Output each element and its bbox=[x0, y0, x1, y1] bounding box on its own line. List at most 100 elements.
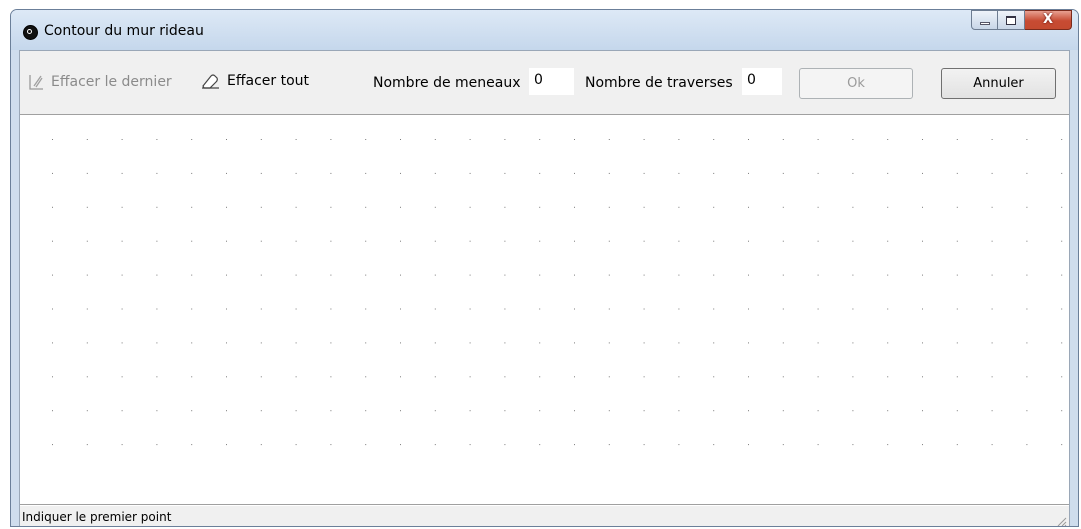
grid-dot bbox=[226, 376, 227, 378]
grid-dot bbox=[52, 172, 53, 174]
grid-dot bbox=[852, 444, 854, 446]
grid-dot bbox=[956, 139, 958, 140]
grid-dot bbox=[226, 172, 227, 174]
minimize-button[interactable] bbox=[971, 10, 998, 30]
grid-dot bbox=[748, 444, 749, 446]
grid-dot bbox=[713, 410, 715, 412]
maximize-button[interactable] bbox=[998, 10, 1025, 30]
grid-dot bbox=[852, 308, 854, 310]
caption-buttons: X bbox=[971, 10, 1072, 30]
grid-dot bbox=[1026, 172, 1028, 174]
cancel-button[interactable]: Annuler bbox=[941, 68, 1056, 99]
grid-dot bbox=[748, 139, 749, 140]
grid-dot bbox=[434, 172, 436, 174]
grid-dot bbox=[469, 240, 471, 242]
grid-dot bbox=[713, 172, 715, 174]
grid-dot bbox=[121, 444, 123, 446]
grid-dot bbox=[1026, 308, 1028, 310]
grid-dot bbox=[887, 376, 889, 378]
grid-dot bbox=[678, 308, 680, 310]
close-button[interactable]: X bbox=[1025, 10, 1072, 30]
grid-dot bbox=[156, 206, 158, 208]
grid-dot bbox=[295, 172, 297, 174]
undo-last-button[interactable]: Effacer le dernier bbox=[26, 72, 172, 92]
grid-dot bbox=[191, 139, 193, 140]
resize-grip-icon[interactable] bbox=[1055, 515, 1067, 527]
grid-dot bbox=[330, 342, 332, 344]
title-bar[interactable]: Contour du mur rideau X bbox=[11, 10, 1078, 50]
grid-dot bbox=[643, 139, 645, 140]
grid-dot bbox=[678, 444, 680, 446]
grid-dot bbox=[52, 342, 53, 344]
grid-dot bbox=[887, 139, 889, 140]
grid-dot bbox=[782, 240, 784, 242]
grid-dot bbox=[260, 308, 262, 310]
erase-last-icon bbox=[29, 75, 43, 90]
grid-dot bbox=[191, 376, 193, 378]
grid-dot bbox=[156, 172, 158, 174]
grid-dot bbox=[400, 206, 401, 208]
grid-dot bbox=[643, 376, 645, 378]
grid-dot bbox=[991, 308, 993, 310]
grid-dot bbox=[434, 376, 436, 378]
grid-dot bbox=[156, 410, 158, 412]
grid-dot bbox=[574, 172, 575, 174]
grid-dot bbox=[922, 206, 923, 208]
grid-dot bbox=[434, 206, 436, 208]
drawing-canvas[interactable] bbox=[20, 114, 1069, 505]
grid-dot bbox=[678, 274, 680, 276]
grid-dot bbox=[191, 410, 193, 412]
grid-dot bbox=[121, 410, 123, 412]
grid-dot bbox=[922, 308, 923, 310]
grid-dot bbox=[469, 274, 471, 276]
grid-dot bbox=[852, 342, 854, 344]
grid-dot bbox=[121, 172, 123, 174]
grid-dot bbox=[748, 172, 749, 174]
grid-dot bbox=[469, 139, 471, 140]
grid-dot bbox=[226, 342, 227, 344]
grid-dot bbox=[713, 206, 715, 208]
grid-dot bbox=[608, 342, 610, 344]
grid-dot bbox=[156, 240, 158, 242]
grid-dot bbox=[504, 376, 506, 378]
grid-dot bbox=[365, 206, 367, 208]
grid-dot bbox=[330, 444, 332, 446]
grid-dot bbox=[434, 342, 436, 344]
clear-all-button[interactable]: Effacer tout bbox=[200, 72, 309, 90]
grid-dot bbox=[504, 308, 506, 310]
grid-dot bbox=[469, 172, 471, 174]
grid-dot bbox=[574, 410, 575, 412]
grid-dot bbox=[817, 376, 819, 378]
transoms-count-field[interactable]: 0 bbox=[742, 68, 782, 95]
grid-dot bbox=[365, 274, 367, 276]
grid-dot bbox=[713, 308, 715, 310]
grid-dot bbox=[295, 206, 297, 208]
grid-dot bbox=[782, 274, 784, 276]
grid-dot bbox=[156, 444, 158, 446]
mullions-count-field[interactable]: 0 bbox=[529, 68, 574, 95]
grid-dot bbox=[817, 308, 819, 310]
grid-dot bbox=[365, 410, 367, 412]
grid-dot bbox=[330, 376, 332, 378]
grid-dot bbox=[852, 206, 854, 208]
grid-dot bbox=[956, 240, 958, 242]
dot-grid bbox=[52, 139, 1063, 446]
grid-dot bbox=[330, 240, 332, 242]
ok-button[interactable]: Ok bbox=[799, 68, 913, 99]
grid-dot bbox=[52, 274, 53, 276]
grid-dot bbox=[226, 139, 227, 140]
grid-dot bbox=[956, 274, 958, 276]
grid-dot bbox=[1061, 139, 1063, 140]
grid-dot bbox=[991, 410, 993, 412]
grid-dot bbox=[1061, 308, 1063, 310]
grid-dot bbox=[1026, 274, 1028, 276]
grid-dot bbox=[504, 172, 506, 174]
grid-dot bbox=[782, 444, 784, 446]
undo-last-label: Effacer le dernier bbox=[51, 74, 172, 90]
grid-dot bbox=[295, 444, 297, 446]
grid-dot bbox=[504, 274, 506, 276]
grid-dot bbox=[260, 274, 262, 276]
grid-dot bbox=[852, 139, 854, 140]
grid-dot bbox=[295, 308, 297, 310]
grid-dot bbox=[748, 240, 749, 242]
